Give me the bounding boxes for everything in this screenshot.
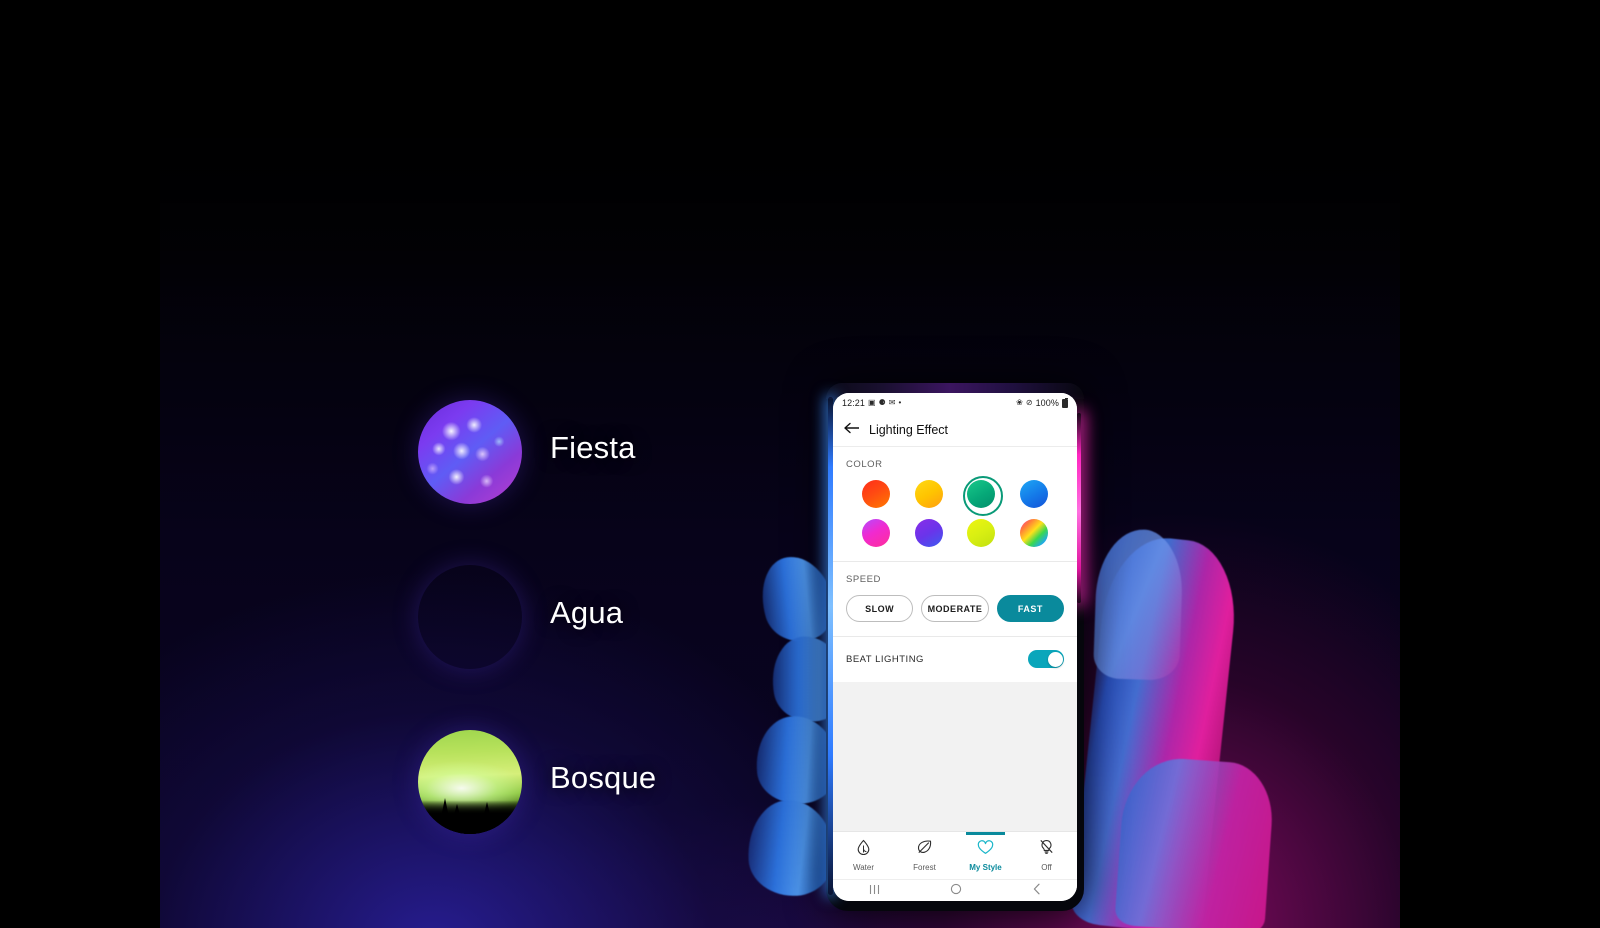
page-title: Lighting Effect — [869, 422, 948, 437]
gallery-icon: ▣ — [868, 398, 876, 407]
empty-content-area — [833, 682, 1077, 831]
home-button[interactable] — [950, 882, 962, 900]
tab-my-style[interactable]: My Style — [955, 832, 1016, 879]
preset-thumbnail-fiesta — [418, 400, 522, 504]
dot-icon: • — [898, 398, 902, 407]
bulb-off-icon — [1039, 839, 1054, 860]
recents-button[interactable] — [868, 882, 881, 900]
status-clock: 12:21 — [842, 398, 866, 408]
speed-chip-slow[interactable]: SLOW — [846, 595, 914, 622]
speed-section: SPEED SLOW MODERATE FAST — [833, 562, 1077, 636]
preset-thumbnail-bosque — [418, 730, 522, 834]
color-section: COLOR — [833, 447, 1077, 561]
color-swatch-green-teal[interactable] — [963, 476, 1004, 516]
color-swatch-magenta-pink[interactable] — [862, 519, 891, 547]
preset-label: Fiesta — [550, 430, 636, 465]
list-item[interactable]: Bosque — [418, 722, 838, 887]
color-swatch-purple-blue[interactable] — [914, 519, 943, 547]
beat-lighting-toggle[interactable] — [1028, 650, 1064, 668]
list-item[interactable]: Fiesta — [418, 392, 838, 557]
preset-list: Fiesta Agua Bosque — [418, 392, 838, 887]
phone-screen: 12:21 ▣ ⚈ ✉ • ❀ ⊘ 100% Lighting Effect C… — [833, 393, 1077, 901]
mute-icon: ⚈ — [878, 398, 886, 407]
scene-root: Fiesta Agua Bosque 12:21 ▣ ⚈ ✉ • ❀ ⊘ 100… — [0, 0, 1600, 928]
tab-label: Water — [852, 863, 875, 872]
color-swatch-yellow-orange[interactable] — [914, 480, 943, 508]
heart-icon — [977, 839, 994, 860]
beat-lighting-label: BEAT LIGHTING — [846, 653, 924, 665]
active-tab-indicator — [965, 832, 1005, 835]
tab-label: My Style — [969, 862, 1002, 872]
bluetooth-icon: ❀ — [1016, 398, 1023, 407]
preset-thumbnail-agua — [418, 565, 522, 669]
color-swatch-grid — [833, 470, 1077, 561]
water-drop-icon — [856, 839, 871, 860]
status-bar-left: 12:21 ▣ ⚈ ✉ • — [842, 398, 901, 408]
tree-shape — [482, 802, 492, 822]
tree-shape — [440, 798, 450, 822]
speed-chip-moderate[interactable]: MODERATE — [921, 595, 989, 622]
list-item[interactable]: Agua — [418, 557, 838, 722]
preset-label: Agua — [550, 595, 624, 630]
tab-label: Forest — [913, 863, 936, 872]
tab-forest[interactable]: Forest — [894, 832, 955, 879]
preset-label: Bosque — [550, 760, 657, 795]
bottom-tab-bar: Water Forest My Style Off — [833, 831, 1077, 879]
battery-percent: 100% — [1035, 398, 1059, 408]
toggle-knob — [1047, 651, 1063, 667]
tab-off[interactable]: Off — [1016, 832, 1077, 879]
back-button[interactable] — [1032, 882, 1042, 900]
tab-label: Off — [1041, 863, 1052, 872]
speed-section-label: SPEED — [846, 574, 881, 585]
edge-lighting-right — [1077, 413, 1081, 603]
color-swatch-red-orange[interactable] — [862, 480, 891, 508]
speed-chip-fast[interactable]: FAST — [996, 595, 1064, 622]
do-not-disturb-icon: ⊘ — [1025, 398, 1033, 407]
color-swatch-rainbow[interactable] — [1019, 519, 1048, 547]
messaging-icon: ✉ — [888, 398, 896, 407]
status-bar-right: ❀ ⊘ 100% — [1016, 397, 1068, 408]
tab-water[interactable]: Water — [833, 832, 894, 879]
speed-options: SLOW MODERATE FAST — [833, 585, 1077, 636]
color-swatch-yellow-lime[interactable] — [967, 519, 996, 547]
tree-shape — [452, 804, 462, 822]
smartphone: 12:21 ▣ ⚈ ✉ • ❀ ⊘ 100% Lighting Effect C… — [826, 383, 1084, 911]
back-arrow-icon[interactable] — [844, 421, 860, 439]
battery-icon — [1062, 397, 1068, 408]
android-nav-bar — [833, 879, 1077, 901]
status-bar: 12:21 ▣ ⚈ ✉ • ❀ ⊘ 100% — [833, 393, 1077, 413]
background-top-fade — [160, 0, 1400, 300]
beat-lighting-row: BEAT LIGHTING — [833, 637, 1077, 682]
color-section-label: COLOR — [846, 459, 883, 470]
app-bar: Lighting Effect — [833, 413, 1077, 447]
color-swatch-blue[interactable] — [1019, 480, 1048, 508]
leaf-icon — [916, 839, 933, 860]
